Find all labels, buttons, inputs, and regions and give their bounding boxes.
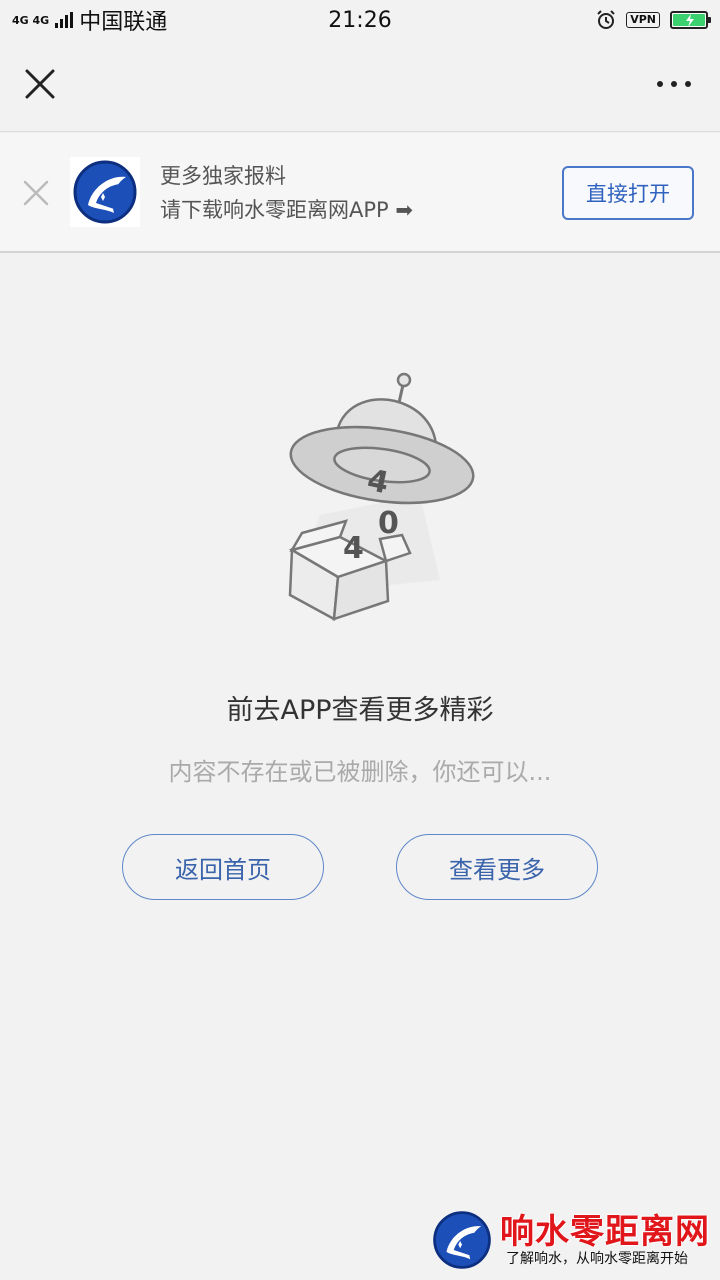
watermark-title: 响水零距离网 [500, 1212, 710, 1252]
ufo-404-illustration: 4 0 4 [270, 365, 490, 630]
more-options-button[interactable] [650, 70, 698, 98]
banner-text: 更多独家报料 请下载响水零距离网APP ➡ [160, 159, 413, 227]
illustration-digit-3: 4 [343, 531, 364, 566]
battery-icon [670, 11, 711, 29]
app-logo [70, 157, 140, 227]
status-left: 4G 4G 中国联通 [12, 4, 167, 36]
close-button[interactable] [16, 60, 64, 108]
close-icon [25, 69, 55, 99]
banner-close-button[interactable] [14, 171, 58, 215]
carrier-name: 中国联通 [79, 10, 168, 35]
page-subtitle: 内容不存在或已被删除，你还可以... [168, 758, 552, 786]
page-title: 前去APP查看更多精彩 [226, 695, 494, 726]
banner-line-2: 请下载响水零距离网APP ➡ [160, 198, 413, 222]
site-watermark: 响水零距离网 了解响水，从响水零距离开始 [428, 1204, 720, 1280]
network-type: 4G 4G [12, 13, 50, 27]
banner-line-1: 更多独家报料 [160, 164, 286, 188]
signal-icon [55, 12, 74, 28]
top-nav-bar [0, 40, 720, 132]
view-more-button[interactable]: 查看更多 [396, 834, 598, 900]
vpn-badge: VPN [626, 12, 660, 28]
status-right: VPN [596, 10, 711, 30]
status-bar: 4G 4G 中国联通 21:26 VPN [0, 0, 720, 40]
close-icon [23, 180, 49, 206]
back-home-button[interactable]: 返回首页 [122, 834, 324, 900]
watermark-subtitle: 了解响水，从响水零距离开始 [506, 1251, 688, 1267]
alarm-icon [597, 10, 615, 29]
more-dots-icon [657, 81, 663, 87]
watermark-logo-icon [430, 1208, 494, 1272]
open-app-button[interactable]: 直接打开 [562, 166, 694, 220]
app-download-banner: 更多独家报料 请下载响水零距离网APP ➡ 直接打开 [0, 133, 720, 253]
